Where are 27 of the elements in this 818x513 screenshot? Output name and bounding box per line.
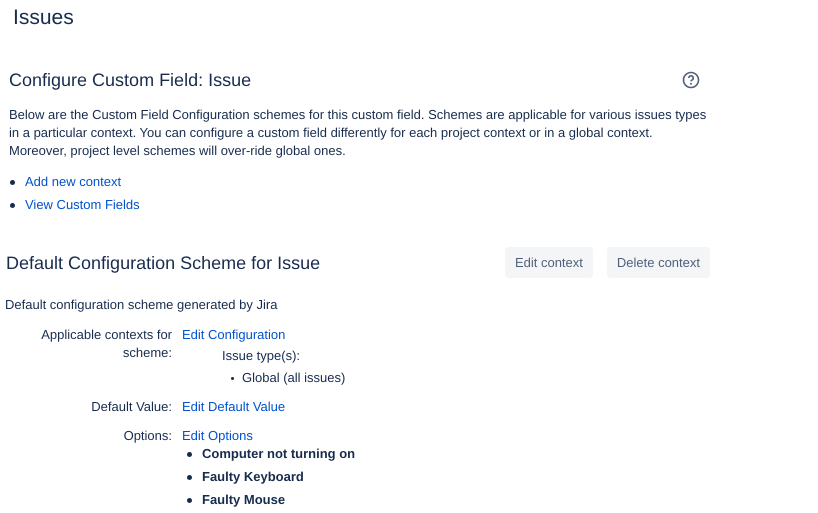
scheme-description: Default configuration scheme generated by Jira — [4, 296, 278, 314]
field-label: Options: — [122, 427, 172, 445]
context-button[interactable]: Delete context — [606, 247, 710, 278]
help-icon[interactable] — [682, 71, 700, 89]
context-button[interactable]: Edit context — [504, 247, 593, 278]
page-title: Issues — [12, 5, 75, 31]
link[interactable]: Edit Configuration — [182, 326, 346, 344]
link[interactable]: Edit Default Value — [182, 398, 286, 416]
option-item: Faulty Mouse — [202, 491, 286, 509]
field-label: Applicable contexts for scheme: — [40, 326, 172, 362]
scheme-title: Default Configuration Scheme for Issue — [6, 252, 320, 274]
link[interactable]: Edit Options — [182, 427, 356, 445]
field-label: Default Value: — [90, 398, 172, 416]
option-item: Faulty Keyboard — [202, 468, 304, 486]
section-description: Below are the Custom Field Configuration schemes for this custom field. Schemes are applicable for various issues types in a particular context. You can configure a custom field differently for each project context or in a global context. Moreover, project level schemes will over-ride global ones. — [8, 106, 708, 160]
bullet-icon — [187, 474, 192, 480]
link[interactable]: View Custom Fields — [25, 196, 140, 214]
issue-types-label: Issue type(s): — [221, 347, 302, 365]
option-item: Computer not turning on — [202, 445, 356, 463]
link[interactable]: Add new context — [25, 173, 122, 191]
bullet-icon — [10, 202, 15, 208]
bullet-icon — [231, 376, 234, 380]
bullet-icon — [187, 498, 192, 502]
section-title: Configure Custom Field: Issue — [9, 69, 252, 92]
bullet-icon — [187, 452, 192, 456]
issue-type: Global (all issues) — [242, 369, 346, 387]
bullet-icon — [10, 180, 15, 184]
